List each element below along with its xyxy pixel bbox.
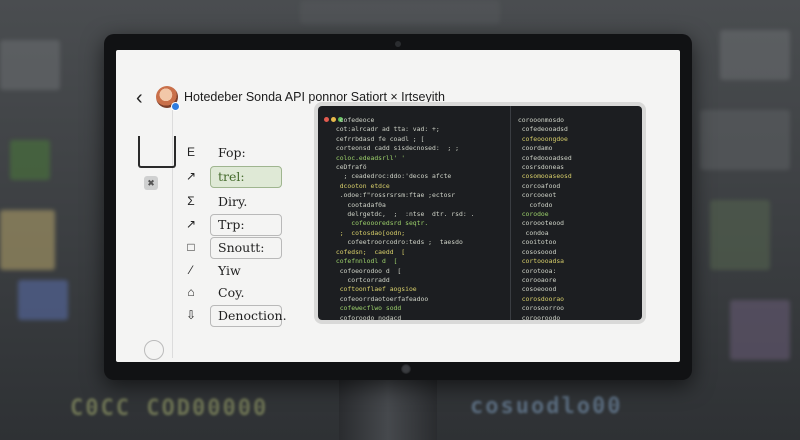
code-line: cot:alrcadr ad tta: vad: +; [332,125,440,134]
nav-item-label: trel: [218,169,245,184]
nav-item-label: Yiw [218,263,241,278]
nav-item[interactable]: ⁄ Yiw [184,260,284,282]
nav-item-label: Diry. [218,194,248,209]
monitor: ‹ Hotedeber Sonda API ponnor Satiort × I… [104,34,692,380]
code-line: coftoonflaef aogsioe [332,285,417,294]
code-line: cofedeooadsd [514,125,568,134]
nav-item[interactable]: ⇩ Denoction. [184,305,287,327]
nav-item-icon: ⁄ [189,263,192,277]
circle-icon[interactable] [144,340,164,360]
nav-item[interactable]: Σ Diry. [184,191,284,213]
background-code-text: C0CC COD00000 [70,396,269,421]
nav-item-label: Coy. [218,285,245,300]
code-line: .odoe:f"rossrsrsm:ftae ;ectosr [332,191,456,200]
code-line: cooitotoo [514,238,557,247]
nav-item-label: Denoction. [218,308,287,323]
nav-item[interactable]: □ Snoutt: [184,237,284,259]
code-line: corodoe [514,210,549,219]
code-line: corooroodo [514,313,561,320]
close-icon[interactable]: ✖ [144,176,158,190]
code-line: corosdoorao [514,294,565,303]
nav-item-icon: ↗ [185,217,197,231]
code-line: ; cotosdao[oodn; [332,228,406,237]
nav-item[interactable]: ↗ trel: [184,166,284,188]
background-code-text-right: cosuodlo00 [470,394,623,419]
back-arrow-icon[interactable]: ‹ [136,88,143,108]
code-line: delrgetdc, ; :ntse dtr. rsd: . [332,210,475,219]
code-line: cofedeoce [332,116,375,124]
code-line: cofoeorodoo d [ [332,266,402,275]
code-line: cefrrbdasd fe coadl ; [ [332,134,425,143]
app-window: ‹ Hotedeber Sonda API ponnor Satiort × I… [116,50,680,362]
code-line: cosomooaseosd [514,172,572,181]
nav-item-icon: ↗ [185,169,197,183]
code-line: corcooeot [514,191,557,200]
code-line: cofodo [514,200,553,209]
camera-icon [395,41,401,47]
code-line: coloc.edeadsrll' ' [332,153,406,162]
code-line: cosoeoood [514,285,557,294]
code-line: ceDfrafö [332,163,367,172]
code-line: ; ceadedroc:ddo:'decos afcte [332,172,452,181]
code-line: coforoodo nodacd [332,313,402,320]
nav-item[interactable]: ↗ Trp: [184,214,284,236]
code-column-left: cofedeoce cot:alrcadr ad tta: vad: +; ce… [332,116,475,320]
code-line: cofeoorrdaotoerfafeadoo [332,294,429,303]
code-line: cortoooadsa [514,257,565,266]
code-editor-panel[interactable]: cofedeoce cot:alrcadr ad tta: vad: +; ce… [318,106,642,320]
code-line: corteonsd cadd sisdecnosed: ; ; [332,144,459,153]
code-line: corooaore [514,275,557,284]
code-column-right: corooonmosdo cofedeooadsd cofeooongdoe c… [514,116,572,320]
nav-item[interactable]: ⌂ Coy. [184,282,284,304]
nav-item-label: Fop: [218,145,246,160]
code-line: cososoood [514,247,557,256]
code-line: cosrsdoneas [514,163,565,172]
sidebar-panel-icon[interactable] [138,136,176,168]
code-line: cofedsn; caedd [ [332,247,406,256]
nav-item-icon: ⌂ [187,285,195,299]
nav-item-icon: □ [187,240,195,254]
code-line: cofeooongdoe [514,134,568,143]
close-dot-icon[interactable] [324,117,329,122]
code-line: dcooton etdce [332,181,390,190]
code-line: coroooteood [514,219,565,228]
code-line: corcoafood [514,181,561,190]
code-line: cofeoooredsrd seqtr. [332,219,429,228]
nav-item-icon: Σ [187,194,195,208]
code-line: condoa [514,228,549,237]
code-line: cootadaf0a [332,200,386,209]
code-line: coordamo [514,144,553,153]
code-column-divider [510,106,511,320]
nav-item[interactable]: Ε Fop: [184,142,284,164]
code-line: cofefnnlodl d [ [332,257,398,266]
code-line: cofeetroorcodro:teds ; taesdo [332,238,463,247]
nav-item-label: Snoutt: [218,240,265,255]
code-line: corooonmosdo [514,116,565,124]
code-line: cofedoooadsed [514,153,572,162]
code-line: cortcorradd [332,275,390,284]
nav-item-label: Trp: [218,217,245,232]
code-line: corotooa: [514,266,557,275]
nav-item-icon: ⇩ [185,308,197,322]
page-title: Hotedeber Sonda API ponnor Satiort × Irt… [184,90,445,104]
monitor-stand [339,378,437,440]
power-button[interactable] [401,364,411,374]
code-line: corosoorroo [514,304,565,313]
nav-item-icon: Ε [186,145,195,159]
code-line: cofewecflwo sodd [332,304,402,313]
